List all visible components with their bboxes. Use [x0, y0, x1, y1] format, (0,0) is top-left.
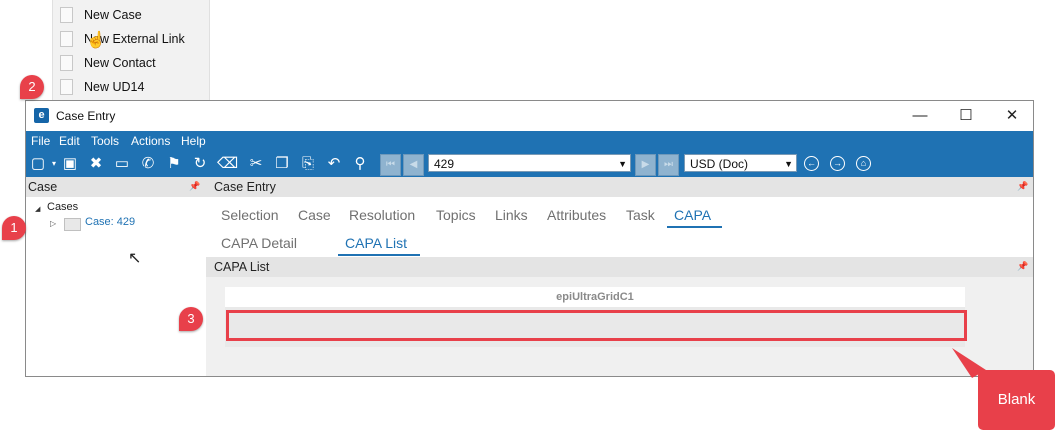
chevron-down-icon: ▼ — [784, 159, 793, 169]
tab-task[interactable]: Task — [626, 207, 655, 223]
document-icon — [60, 31, 73, 47]
paste-icon[interactable]: ⎘ — [299, 155, 317, 173]
refresh-icon[interactable]: ↻ — [191, 155, 209, 173]
mouse-pointer-icon: ↖ — [128, 250, 142, 267]
maximize-button[interactable]: ☐ — [943, 101, 989, 131]
menu-help[interactable]: Help — [181, 134, 206, 148]
save-icon[interactable]: ▣ — [61, 155, 79, 173]
grid-caption: epiUltraGridC1 — [225, 287, 965, 307]
window-title: Case Entry — [56, 109, 116, 123]
menu-item-label: New UD14 — [84, 80, 145, 94]
capa-list-title: CAPA List — [214, 260, 270, 274]
delete-icon[interactable]: ✖ — [87, 155, 105, 173]
active-subtab-indicator — [338, 254, 420, 256]
pin-icon[interactable]: 📌 — [1017, 261, 1028, 272]
back-icon[interactable]: ← — [804, 156, 819, 171]
memo-icon[interactable]: ▭ — [113, 155, 131, 173]
case-tree-header: Case 📌 — [26, 177, 206, 197]
home-icon[interactable]: ⌂ — [856, 156, 871, 171]
callout-badge-2: 2 — [20, 75, 44, 99]
menu-item-new-ud14[interactable]: New UD14 — [53, 76, 209, 98]
folder-icon — [64, 218, 81, 231]
new-menu: New Case New External Link New Contact N… — [52, 0, 210, 100]
callout-badge-3: 3 — [179, 307, 203, 331]
tab-topics[interactable]: Topics — [436, 207, 476, 223]
toolbar: ▢ ▾ ▣ ✖ ▭ ✆ ⚑ ↻ ⌫ ✂ ❐ ⎘ ↶ ⚲ ⏮ ◀ 429 ▼ ▶ … — [26, 151, 1033, 177]
case-tree-title: Case — [28, 180, 58, 194]
next-record-button[interactable]: ▶ — [635, 154, 656, 176]
menu-item-new-case[interactable]: New Case — [53, 4, 209, 26]
tab-area — [206, 197, 1033, 257]
tab-case[interactable]: Case — [298, 207, 331, 223]
currency-combo[interactable]: USD (Doc) ▼ — [684, 154, 797, 172]
tree-node-cases[interactable]: Cases — [47, 201, 78, 213]
document-icon — [60, 79, 73, 95]
undo-icon[interactable]: ↶ — [325, 155, 343, 173]
callout-badge-1: 1 — [2, 216, 26, 240]
case-entry-panel: Case Entry 📌 Selection Case Resolution T… — [206, 177, 1033, 376]
tab-attributes[interactable]: Attributes — [547, 207, 606, 223]
search-binoculars-icon[interactable]: ⚲ — [351, 155, 369, 173]
case-entry-panel-title: Case Entry — [214, 180, 276, 194]
forward-icon[interactable]: → — [830, 156, 845, 171]
currency-value: USD (Doc) — [690, 157, 749, 171]
minimize-button[interactable]: — — [897, 101, 943, 131]
capa-list-header: CAPA List 📌 — [206, 257, 1033, 277]
menu-tools[interactable]: Tools — [91, 134, 119, 148]
previous-record-button[interactable]: ◀ — [403, 154, 424, 176]
record-selector-value: 429 — [434, 157, 455, 171]
title-bar: e Case Entry — ☐ ✕ — [26, 101, 1033, 131]
collapsed-arrow-icon[interactable]: ▷ — [50, 219, 56, 228]
pin-icon[interactable]: 📌 — [1017, 181, 1028, 192]
case-entry-panel-header: Case Entry 📌 — [206, 177, 1033, 197]
clear-icon[interactable]: ⌫ — [217, 155, 238, 173]
tab-capa[interactable]: CAPA — [674, 207, 711, 223]
menu-item-label: New Contact — [84, 56, 156, 70]
chevron-down-icon: ▼ — [618, 159, 627, 169]
highlight-rectangle — [226, 310, 967, 341]
tab-links[interactable]: Links — [495, 207, 528, 223]
menu-bar: File Edit Tools Actions Help — [26, 131, 1033, 151]
active-tab-indicator — [667, 226, 722, 228]
phone-icon[interactable]: ✆ — [139, 155, 157, 173]
blank-callout: Blank — [978, 370, 1055, 430]
menu-edit[interactable]: Edit — [59, 134, 80, 148]
record-selector-combo[interactable]: 429 ▼ — [428, 154, 631, 172]
document-icon — [60, 7, 73, 23]
expanded-arrow-icon[interactable]: ◢ — [35, 205, 40, 213]
pin-icon[interactable]: 📌 — [189, 181, 200, 192]
last-record-button[interactable]: ⏭ — [658, 154, 679, 176]
menu-file[interactable]: File — [31, 134, 50, 148]
copy-icon[interactable]: ❐ — [273, 155, 291, 173]
cut-icon[interactable]: ✂ — [247, 155, 265, 173]
first-record-button[interactable]: ⏮ — [380, 154, 401, 176]
menu-item-label: New Case — [84, 8, 142, 22]
menu-item-new-contact[interactable]: New Contact — [53, 52, 209, 74]
mouse-cursor-icon: ☝ — [86, 32, 106, 49]
subtab-capa-list[interactable]: CAPA List — [345, 235, 407, 251]
menu-actions[interactable]: Actions — [131, 134, 170, 148]
tab-resolution[interactable]: Resolution — [349, 207, 415, 223]
attachment-icon[interactable]: ⚑ — [165, 155, 183, 173]
subtab-capa-detail[interactable]: CAPA Detail — [221, 235, 297, 251]
document-icon — [60, 55, 73, 71]
close-button[interactable]: ✕ — [989, 101, 1033, 131]
app-logo-icon: e — [34, 108, 49, 123]
menu-item-new-external-link[interactable]: New External Link — [53, 28, 209, 50]
tab-selection[interactable]: Selection — [221, 207, 279, 223]
tree-node-case-429[interactable]: Case: 429 — [85, 216, 135, 228]
